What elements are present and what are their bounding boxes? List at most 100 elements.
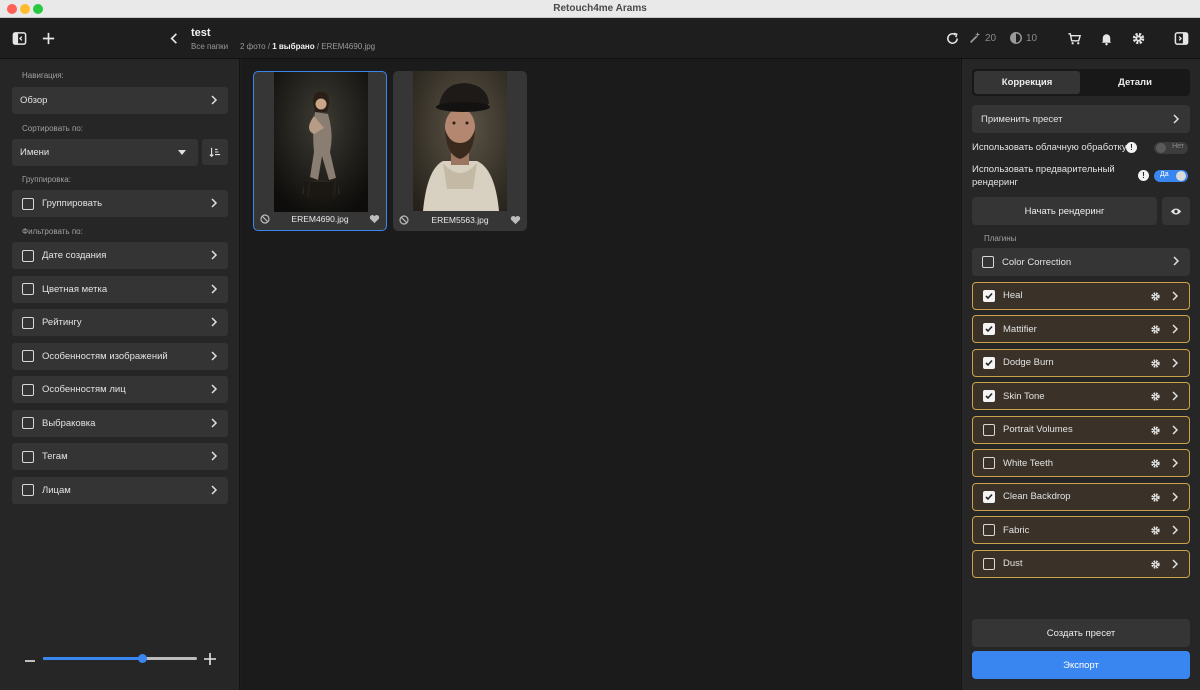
overview-label: Обзор bbox=[20, 95, 48, 106]
panel-right-icon[interactable] bbox=[1171, 28, 1191, 48]
zoom-in-icon[interactable] bbox=[203, 652, 217, 666]
prerender-toggle[interactable]: Да bbox=[1154, 170, 1188, 182]
gear-icon[interactable] bbox=[1150, 358, 1161, 369]
gear-icon[interactable] bbox=[1150, 492, 1161, 503]
plugin-checkbox[interactable] bbox=[983, 490, 995, 503]
create-preset-button[interactable]: Создать пресет bbox=[972, 619, 1190, 647]
all-folders-link[interactable]: Все папки bbox=[191, 42, 228, 51]
overview-item[interactable]: Обзор bbox=[12, 87, 228, 114]
gear-icon[interactable] bbox=[1150, 525, 1161, 536]
plugin-label: Mattifier bbox=[1003, 323, 1037, 335]
sidebar-toggle-icon[interactable] bbox=[9, 28, 29, 48]
back-chevron-icon[interactable] bbox=[164, 28, 184, 48]
plugin-item[interactable]: Portrait Volumes bbox=[972, 415, 1190, 444]
group-item[interactable]: Группировать bbox=[12, 190, 228, 217]
sort-select[interactable]: Имени bbox=[12, 139, 198, 166]
plugin-checkbox[interactable] bbox=[983, 390, 995, 402]
gear-icon[interactable] bbox=[1128, 28, 1148, 48]
window-titlebar: Retouch4me Arams bbox=[0, 0, 1200, 18]
filter-item[interactable]: Особенностям лиц bbox=[12, 376, 228, 403]
prerender-toggle-state: Да bbox=[1160, 171, 1169, 178]
info-icon[interactable]: ! bbox=[1126, 142, 1137, 153]
plugin-item[interactable]: Heal bbox=[972, 281, 1190, 310]
plugin-item[interactable]: Dodge Burn bbox=[972, 348, 1190, 377]
plugin-checkbox[interactable] bbox=[983, 356, 995, 369]
filter-item[interactable]: Рейтингу bbox=[12, 309, 228, 336]
export-button[interactable]: Экспорт bbox=[972, 651, 1190, 679]
plugin-checkbox[interactable] bbox=[982, 256, 994, 268]
chevron-right-icon bbox=[1173, 256, 1180, 266]
heart-icon[interactable] bbox=[369, 214, 380, 224]
filter-item[interactable]: Тегам bbox=[12, 443, 228, 470]
plugin-item[interactable]: Skin Tone bbox=[972, 382, 1190, 410]
filter-item[interactable]: Лицам bbox=[12, 476, 228, 504]
photo-thumbnail[interactable]: EREM4690.jpg bbox=[253, 71, 387, 231]
filter-item-label: Дате создания bbox=[42, 250, 107, 261]
thumbnail-size-slider[interactable] bbox=[43, 654, 197, 663]
plugin-item[interactable]: Fabric bbox=[972, 516, 1190, 544]
tab-details[interactable]: Детали bbox=[1082, 71, 1188, 94]
plugin-checkbox[interactable] bbox=[983, 457, 995, 469]
filter-checkbox[interactable] bbox=[22, 249, 34, 262]
filters-sidebar: Навигация: Обзор Сортировать по: Имени Г… bbox=[0, 59, 240, 690]
plugin-item[interactable]: Mattifier bbox=[972, 315, 1190, 343]
photo-filename: EREM5563.jpg bbox=[431, 215, 489, 225]
sort-order-button[interactable] bbox=[202, 139, 228, 165]
plus-icon[interactable] bbox=[38, 28, 58, 48]
plugin-checkbox[interactable] bbox=[983, 423, 995, 436]
cart-icon[interactable] bbox=[1064, 28, 1084, 48]
gear-icon[interactable] bbox=[1150, 425, 1161, 436]
group-checkbox[interactable] bbox=[22, 197, 34, 210]
heart-icon[interactable] bbox=[510, 215, 521, 225]
filter-checkbox[interactable] bbox=[22, 350, 34, 362]
preview-button[interactable] bbox=[1162, 197, 1190, 225]
chevron-down-icon bbox=[178, 150, 186, 155]
tab-correction[interactable]: Коррекция bbox=[974, 71, 1080, 94]
gear-icon[interactable] bbox=[1150, 324, 1161, 335]
info-icon[interactable]: ! bbox=[1138, 170, 1149, 181]
plugin-item[interactable]: White Teeth bbox=[972, 449, 1190, 477]
gear-icon[interactable] bbox=[1150, 458, 1161, 469]
eye-icon bbox=[1170, 208, 1182, 214]
filter-item[interactable]: Дате создания bbox=[12, 242, 228, 269]
current-file: / EREM4690.jpg bbox=[314, 42, 376, 51]
zoom-out-icon[interactable] bbox=[24, 655, 36, 667]
filter-checkbox[interactable] bbox=[22, 316, 34, 329]
credits-count-b: 10 bbox=[1026, 32, 1038, 44]
plugin-checkbox[interactable] bbox=[983, 289, 995, 302]
window-title: Retouch4me Arams bbox=[553, 3, 647, 14]
cloud-processing-label: Использовать облачную обработку bbox=[972, 142, 1127, 153]
filter-checkbox[interactable] bbox=[22, 450, 34, 463]
selection-breadcrumb: 2 фото / 1 выбрано / EREM4690.jpg bbox=[240, 42, 375, 51]
refresh-icon[interactable] bbox=[942, 28, 962, 48]
filter-checkbox[interactable] bbox=[22, 283, 34, 295]
filter-item[interactable]: Цветная метка bbox=[12, 275, 228, 303]
filter-checkbox[interactable] bbox=[22, 484, 34, 496]
filter-label: Фильтровать по: bbox=[22, 227, 83, 236]
filter-item[interactable]: Выбраковка bbox=[12, 409, 228, 437]
cloud-processing-toggle[interactable]: Нет bbox=[1154, 142, 1188, 154]
plugin-item[interactable]: Color Correction bbox=[972, 248, 1190, 276]
main-toolbar: test Все папки 2 фото / 1 выбрано / EREM… bbox=[0, 18, 1200, 59]
start-render-button[interactable]: Начать рендеринг bbox=[972, 197, 1157, 225]
plugin-label: Clean Backdrop bbox=[1003, 491, 1071, 502]
chevron-right-icon bbox=[211, 95, 218, 105]
plugin-checkbox[interactable] bbox=[983, 524, 995, 536]
gear-icon[interactable] bbox=[1150, 391, 1161, 402]
plugin-item[interactable]: Dust bbox=[972, 549, 1190, 578]
prerender-label-line-1: Использовать предварительный bbox=[972, 164, 1115, 175]
apply-preset-button[interactable]: Применить пресет bbox=[972, 105, 1190, 133]
plugin-checkbox[interactable] bbox=[983, 557, 995, 570]
photo-filename: EREM4690.jpg bbox=[291, 214, 349, 224]
bell-icon[interactable] bbox=[1096, 28, 1116, 48]
plugin-label: Skin Tone bbox=[1003, 390, 1045, 402]
slider-thumb[interactable] bbox=[137, 654, 147, 663]
gear-icon[interactable] bbox=[1150, 559, 1161, 570]
plugin-item[interactable]: Clean Backdrop bbox=[972, 482, 1190, 511]
filter-item[interactable]: Особенностям изображений bbox=[12, 342, 228, 370]
gear-icon[interactable] bbox=[1150, 291, 1161, 302]
plugin-checkbox[interactable] bbox=[983, 323, 995, 335]
filter-checkbox[interactable] bbox=[22, 383, 34, 396]
filter-checkbox[interactable] bbox=[22, 417, 34, 429]
photo-thumbnail[interactable]: EREM5563.jpg bbox=[393, 71, 527, 231]
